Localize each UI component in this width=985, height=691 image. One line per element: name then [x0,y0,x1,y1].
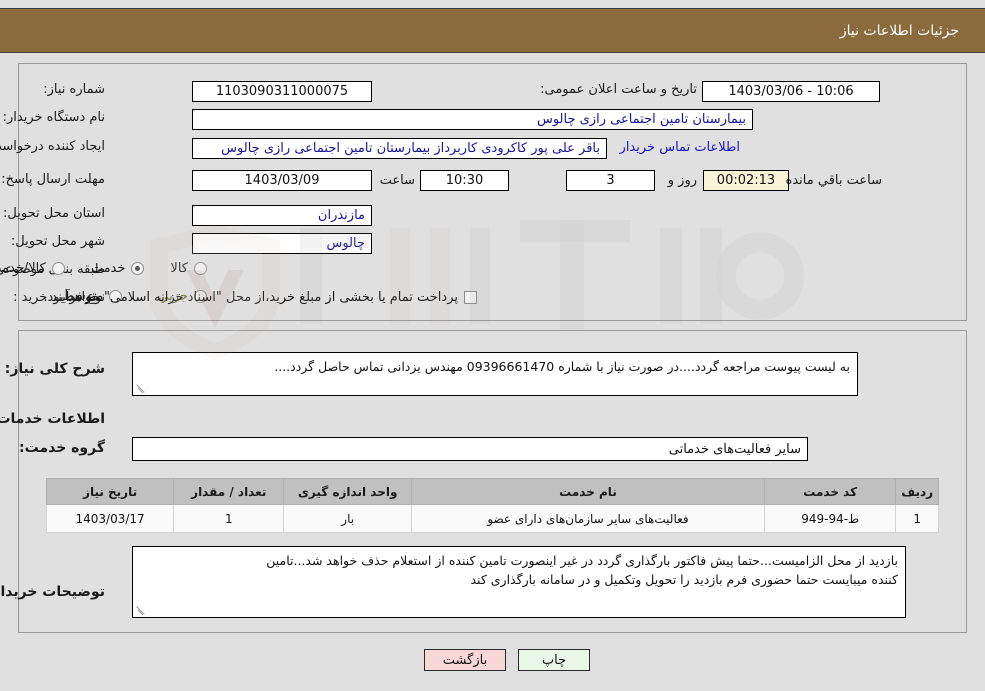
creator-field[interactable]: باقر علی پور کاکرودی کاربرداز بیمارستان … [192,138,607,159]
description-label: شرح کلی نیاز: [4,361,105,377]
page-root: جزئیات اطلاعات نیاز شماره نیاز: 11030903… [0,0,985,691]
description-text: به لیست پیوست مراجعه گردد....در صورت نیا… [274,359,850,374]
col-header-name: نام خدمت [410,478,766,505]
remaining-days-field[interactable]: 3 [566,170,655,191]
radio-khedmat[interactable] [131,262,145,275]
cell-code: ط-94-949 [764,504,897,533]
page-header: جزئیات اطلاعات نیاز [0,8,985,53]
need-number-label: شماره نیاز: [43,82,105,97]
print-button[interactable]: چاپ [518,649,590,671]
days-label: روز و [667,173,697,188]
creator-label: ایجاد کننده درخواست: [0,139,105,154]
back-button[interactable]: بازگشت [424,649,506,671]
countdown-timer-field: 00:02:13 [703,170,789,191]
cell-radif: 1 [895,504,939,533]
buyer-org-field[interactable]: بیمارستان تامین اجتماعی رازی چالوس [192,109,753,130]
category-option-kala-khedmat-label: کالا/خدمت [0,261,46,276]
announce-row: تاریخ و ساعت اعلان عمومی: [540,82,697,97]
service-group-field[interactable]: سایر فعالیت‌های خدماتی [132,437,808,461]
table-header-row: ردیف کد خدمت نام خدمت واحد اندازه گیری ت… [45,478,939,505]
deadline-label-block: مهلت ارسال پاسخ: تا تاریخ: [0,170,105,187]
need-number-field[interactable]: 1103090311000075 [192,81,372,102]
radio-kala-khedmat[interactable] [51,262,65,275]
city-label: شهر محل تحویل: [10,234,105,249]
buyer-notes-textarea[interactable]: بازدید از محل الزامیست...حتما پیش فاکتور… [132,546,906,618]
cell-unit: بار [283,504,412,533]
deadline-date-field[interactable]: 1403/03/09 [192,170,372,191]
announce-datetime-field[interactable]: 1403/03/06 - 10:06 [702,81,880,102]
category-options: کالا خدمت کالا/خدمت [0,261,207,276]
city-row: شهر محل تحویل: [11,234,105,249]
treasury-checkbox[interactable] [464,291,477,304]
treasury-text: پرداخت تمام یا بخشی از مبلغ خرید،از محل … [43,290,458,305]
service-group-label: گروه خدمت: [19,440,105,456]
col-header-qty: تعداد / مقدار [173,478,285,505]
treasury-checkbox-row[interactable]: پرداخت تمام یا بخشی از مبلغ خرید،از محل … [43,290,477,305]
buyer-contact-link[interactable]: اطلاعات تماس خریدار [620,140,740,155]
hour-label: ساعت [379,173,415,188]
radio-kala[interactable] [194,262,207,275]
col-header-code: کد خدمت [764,478,897,505]
category-option-kala[interactable]: کالا [170,261,207,276]
remaining-hours-label: ساعت باقي مانده [785,173,882,188]
services-table: ردیف کد خدمت نام خدمت واحد اندازه گیری ت… [45,478,939,533]
col-header-date: تاریخ نیاز [45,478,175,505]
buyer-notes-label: توضیحات خریدار: [0,584,105,600]
buyer-org-label: نام دستگاه خریدار: [2,110,105,125]
cell-name: فعالیت‌های سایر سازمان‌های دارای عضو [410,504,766,533]
category-option-kala-khedmat[interactable]: کالا/خدمت [0,261,65,276]
category-option-khedmat-label: خدمت [90,261,126,276]
category-option-khedmat[interactable]: خدمت [91,261,145,276]
city-field[interactable]: چالوس [192,233,372,254]
description-textarea[interactable]: به لیست پیوست مراجعه گردد....در صورت نیا… [132,352,858,396]
province-row: استان محل تحویل: [3,206,105,221]
creator-row: ایجاد کننده درخواست: [0,139,105,154]
category-option-kala-label: کالا [170,261,188,276]
need-number-row: شماره نیاز: [43,82,105,97]
buyer-notes-line-2: کننده میبایست حتما حضوری فرم بازدید را ت… [470,572,899,587]
page-title: جزئیات اطلاعات نیاز [839,22,959,39]
table-row[interactable]: 1 ط-94-949 فعالیت‌های سایر سازمان‌های دا… [45,504,939,533]
col-header-radif: ردیف [895,478,939,505]
province-label: استان محل تحویل: [3,206,105,221]
cell-qty: 1 [173,504,285,533]
buyer-org-row: نام دستگاه خریدار: [3,110,105,125]
announce-label: تاریخ و ساعت اعلان عمومی: [540,82,697,97]
province-field[interactable]: مازندران [192,205,372,226]
cell-date: 1403/03/17 [45,504,175,533]
deadline-label: مهلت ارسال پاسخ: تا تاریخ: [0,172,105,187]
buyer-notes-line-1: بازدید از محل الزامیست...حتما پیش فاکتور… [266,553,898,568]
buyer-notes-resize-handle[interactable] [135,604,147,616]
deadline-time-field[interactable]: 10:30 [420,170,509,191]
description-resize-handle[interactable] [135,382,147,394]
services-heading: اطلاعات خدمات مورد نیاز [0,411,105,427]
col-header-unit: واحد اندازه گیری [283,478,412,505]
